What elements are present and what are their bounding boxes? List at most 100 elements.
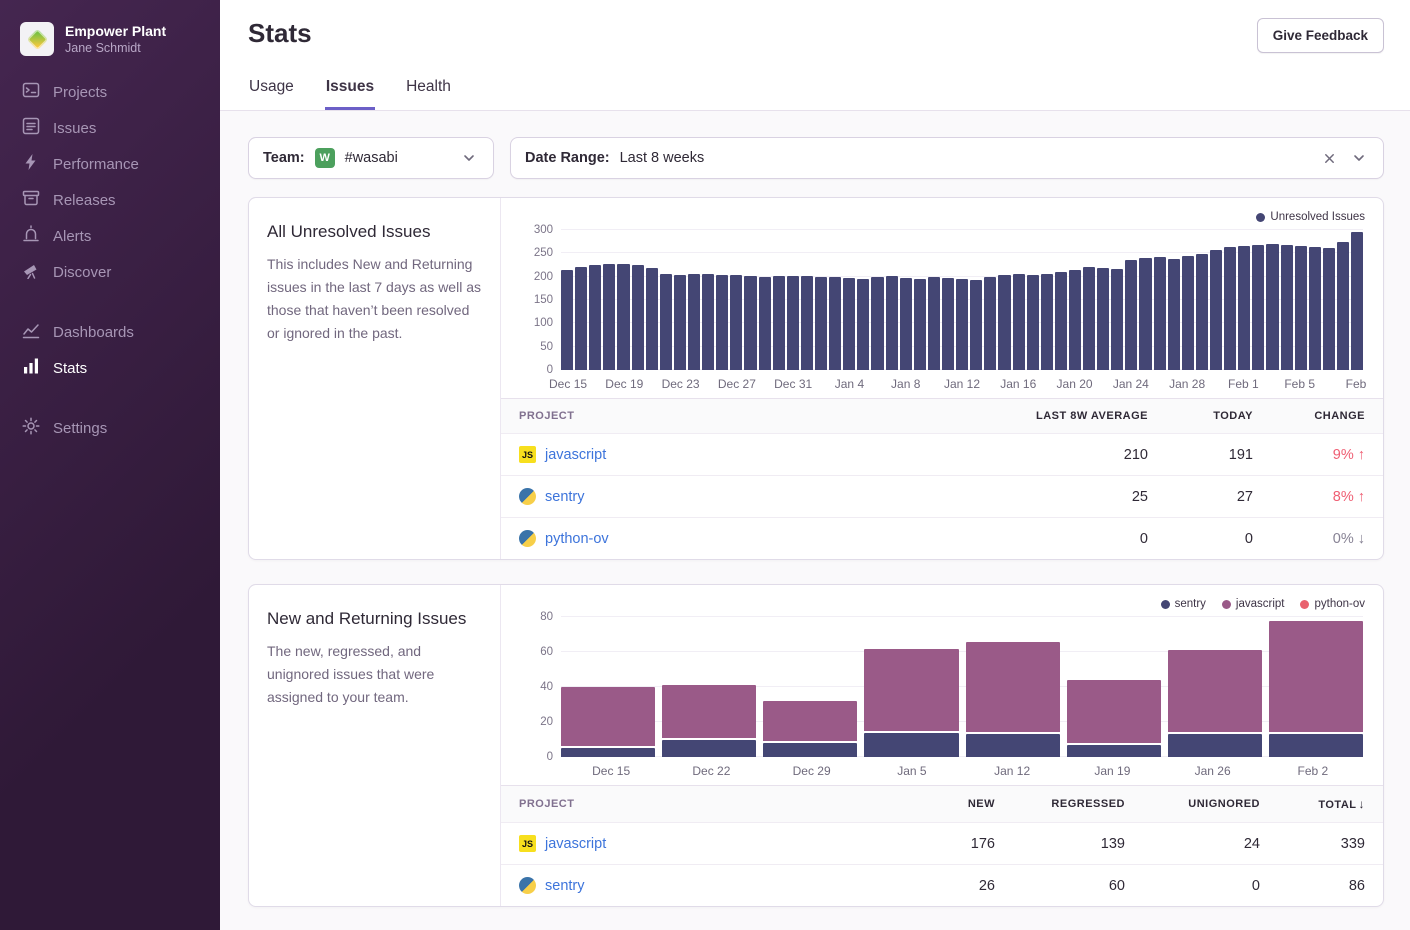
sidebar-item-stats[interactable]: Stats — [0, 350, 220, 386]
chevron-down-icon — [459, 148, 479, 168]
table-header-row: PROJECT LAST 8W AVERAGE TODAY CHANGE — [501, 399, 1383, 433]
sidebar: Empower Plant Jane Schmidt Projects Issu… — [0, 0, 220, 930]
table-row: JSjavascript 176 139 24 339 — [501, 822, 1383, 864]
chevron-down-icon — [1349, 148, 1369, 168]
total-value: 86 — [1260, 878, 1365, 894]
tab-issues[interactable]: Issues — [325, 69, 375, 110]
sidebar-item-label: Issues — [53, 120, 96, 137]
sidebar-item-discover[interactable]: Discover — [0, 254, 220, 290]
org-name: Empower Plant — [65, 22, 166, 40]
unignored-value: 0 — [1125, 878, 1260, 894]
sidebar-item-releases[interactable]: Releases — [0, 182, 220, 218]
new-returning-table: PROJECT NEW REGRESSED UNIGNORED TOTAL↓ J… — [501, 785, 1383, 906]
avg-value: 0 — [933, 531, 1148, 547]
project-link[interactable]: sentry — [519, 488, 933, 505]
dashboards-icon — [22, 321, 40, 343]
new-value: 26 — [880, 878, 995, 894]
javascript-icon: JS — [519, 835, 536, 852]
chart-legend: sentryjavascriptpython-ov — [519, 597, 1365, 611]
sidebar-item-label: Projects — [53, 84, 107, 101]
sidebar-item-alerts[interactable]: Alerts — [0, 218, 220, 254]
regressed-value: 60 — [995, 878, 1125, 894]
new-returning-chart-plot[interactable]: 020406080 — [561, 617, 1363, 757]
col-total[interactable]: TOTAL↓ — [1260, 797, 1365, 811]
give-feedback-button[interactable]: Give Feedback — [1257, 18, 1384, 53]
project-link[interactable]: sentry — [519, 877, 880, 894]
org-switcher[interactable]: Empower Plant Jane Schmidt — [0, 18, 220, 74]
team-label: Team: — [263, 150, 305, 166]
sidebar-nav-primary: Projects Issues Performance Releases Ale… — [0, 74, 220, 290]
sidebar-item-dashboards[interactable]: Dashboards — [0, 314, 220, 350]
avg-value: 25 — [933, 489, 1148, 505]
today-value: 0 — [1148, 531, 1253, 547]
panel-title: All Unresolved Issues — [267, 222, 482, 242]
sidebar-item-label: Performance — [53, 156, 139, 173]
col-project: PROJECT — [519, 798, 880, 810]
lightning-icon — [22, 153, 40, 175]
sidebar-item-label: Releases — [53, 192, 116, 209]
new-value: 176 — [880, 836, 995, 852]
siren-icon — [22, 225, 40, 247]
sidebar-item-label: Settings — [53, 420, 107, 437]
new-returning-chart: sentryjavascriptpython-ov 020406080 Dec … — [501, 585, 1383, 785]
col-avg: LAST 8W AVERAGE — [933, 410, 1148, 422]
regressed-value: 139 — [995, 836, 1125, 852]
col-project: PROJECT — [519, 410, 933, 422]
telescope-icon — [22, 261, 40, 283]
app-root: Empower Plant Jane Schmidt Projects Issu… — [0, 0, 1410, 930]
table-row: python-ov 0 0 0% ↓ — [501, 517, 1383, 559]
tab-usage[interactable]: Usage — [248, 69, 295, 110]
sort-descending-icon: ↓ — [1359, 797, 1366, 811]
sidebar-item-projects[interactable]: Projects — [0, 74, 220, 110]
page-header: Stats Give Feedback Usage Issues Health — [220, 0, 1410, 111]
page-title: Stats — [248, 18, 312, 49]
sidebar-item-performance[interactable]: Performance — [0, 146, 220, 182]
sidebar-item-settings[interactable]: Settings — [0, 410, 220, 446]
today-value: 27 — [1148, 489, 1253, 505]
project-link[interactable]: python-ov — [519, 530, 933, 547]
org-logo-icon — [20, 22, 54, 56]
col-change: CHANGE — [1253, 410, 1365, 422]
unignored-value: 24 — [1125, 836, 1260, 852]
panel-title: New and Returning Issues — [267, 609, 482, 629]
sidebar-item-label: Discover — [53, 264, 111, 281]
sidebar-item-label: Alerts — [53, 228, 91, 245]
issues-icon — [22, 117, 40, 139]
unresolved-issues-chart: Unresolved Issues 050100150200250300 Dec… — [501, 198, 1383, 398]
table-row: JSjavascript 210 191 9% ↑ — [501, 433, 1383, 475]
project-link[interactable]: JSjavascript — [519, 835, 880, 852]
table-row: sentry 26 60 0 86 — [501, 864, 1383, 906]
python-icon — [519, 877, 536, 894]
panel-description-text: The new, regressed, and unignored issues… — [267, 640, 482, 709]
chart-legend: Unresolved Issues — [519, 210, 1365, 224]
sidebar-nav-secondary: Dashboards Stats — [0, 314, 220, 386]
change-value: 8% ↑ — [1253, 489, 1365, 505]
unresolved-issues-panel: All Unresolved Issues This includes New … — [248, 197, 1384, 560]
avg-value: 210 — [933, 447, 1148, 463]
tab-health[interactable]: Health — [405, 69, 452, 110]
filter-bar: Team: W #wasabi Date Range: Last 8 weeks — [248, 137, 1384, 179]
new-returning-issues-panel: New and Returning Issues The new, regres… — [248, 584, 1384, 907]
sidebar-item-issues[interactable]: Issues — [0, 110, 220, 146]
date-range-selector[interactable]: Date Range: Last 8 weeks — [510, 137, 1384, 179]
today-value: 191 — [1148, 447, 1253, 463]
clear-icon[interactable] — [1319, 148, 1339, 168]
change-value: 9% ↑ — [1253, 447, 1365, 463]
date-range-value: Last 8 weeks — [620, 150, 705, 166]
gear-icon — [22, 417, 40, 439]
team-selector[interactable]: Team: W #wasabi — [248, 137, 494, 179]
team-avatar: W — [315, 148, 335, 168]
project-link[interactable]: JSjavascript — [519, 446, 933, 463]
sidebar-nav-tertiary: Settings — [0, 410, 220, 446]
table-row: sentry 25 27 8% ↑ — [501, 475, 1383, 517]
panel-description-text: This includes New and Returning issues i… — [267, 253, 482, 345]
unresolved-issues-table: PROJECT LAST 8W AVERAGE TODAY CHANGE JSj… — [501, 398, 1383, 559]
col-regressed: REGRESSED — [995, 798, 1125, 810]
date-range-label: Date Range: — [525, 150, 610, 166]
python-icon — [519, 488, 536, 505]
javascript-icon: JS — [519, 446, 536, 463]
unresolved-chart-plot[interactable]: 050100150200250300 — [561, 230, 1363, 370]
main-area: Stats Give Feedback Usage Issues Health … — [220, 0, 1410, 930]
unresolved-chart-xaxis: Dec 15Dec 19Dec 23Dec 27Dec 31Jan 4Jan 8… — [561, 370, 1363, 396]
python-icon — [519, 530, 536, 547]
